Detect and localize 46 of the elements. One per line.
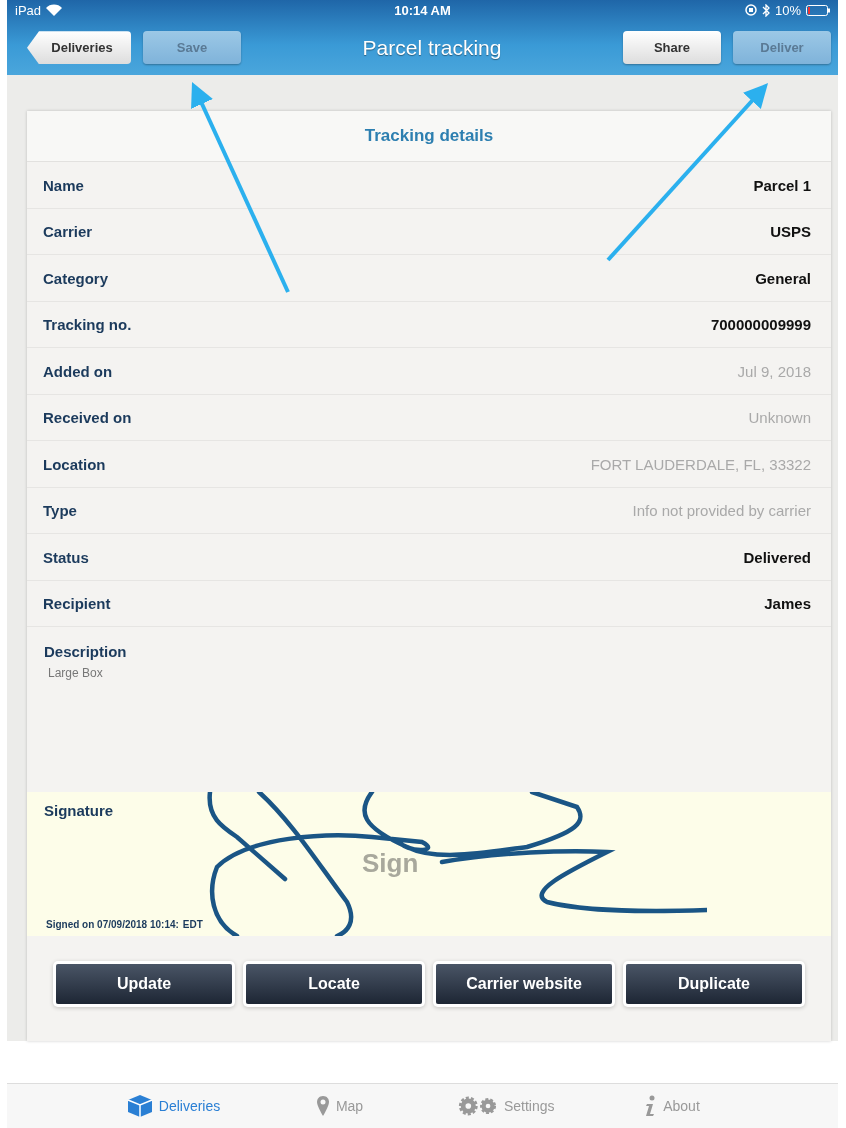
battery-icon [806,4,830,16]
field-label: Location [43,455,106,473]
bluetooth-icon [762,3,770,17]
field-label: Name [43,176,84,194]
field-label: Signature [44,802,114,820]
field-label: Added on [43,362,113,380]
field-value: James [764,595,811,613]
field-label: Tracking no. [43,316,132,334]
tab-bar-item[interactable]: Deliveries [118,1093,229,1120]
nav-title: Parcel tracking [361,35,503,60]
field-label: Category [43,269,109,287]
action-button[interactable]: Carrier website [436,963,612,1004]
action-button[interactable]: Update [56,963,232,1004]
wifi-icon [46,4,63,16]
signature-placeholder: Sign [362,848,419,880]
field-value: FORT LAUDERDALE, FL, 33322 [590,455,811,473]
field-value: Unknown [748,409,811,427]
signed-on-text: Signed on 07/09/2018 10:14: [46,919,179,931]
status-time: 10:14 AM [394,2,451,18]
field-value: Info not provided by carrier [632,502,811,520]
pin-icon [315,1095,330,1118]
field-label: Type [43,502,77,520]
field-value: General [755,269,811,287]
lock-rotation-icon [745,4,757,16]
device-name: iPad [15,2,42,18]
nav-button[interactable]: Share [623,31,721,65]
field-label: Received on [43,409,132,427]
field-value: Parcel 1 [753,176,811,194]
field-label: Recipient [43,595,111,613]
field-label: Carrier [43,223,93,241]
gears-icon [456,1095,498,1118]
field-value: USPS [770,223,811,241]
field-value: Jul 9, 2018 [737,362,811,380]
signed-on-timezone: EDT [182,919,203,931]
box-icon [126,1094,153,1119]
field-label: Description [44,643,127,661]
description-text: Large Box [47,666,103,681]
field-value: Delivered [743,548,811,566]
battery-percent: 10% [775,2,801,18]
field-value: 700000009999 [710,316,811,334]
signature-pad[interactable]: Signature Sign Signed on 07/09/2018 10:14: EDT [27,792,831,937]
action-button[interactable]: Locate [246,963,422,1004]
back-button[interactable]: Deliveries [27,31,131,65]
action-button[interactable]: Duplicate [626,963,802,1004]
field-label: Status [43,548,89,566]
card-title: Tracking details [27,111,831,163]
